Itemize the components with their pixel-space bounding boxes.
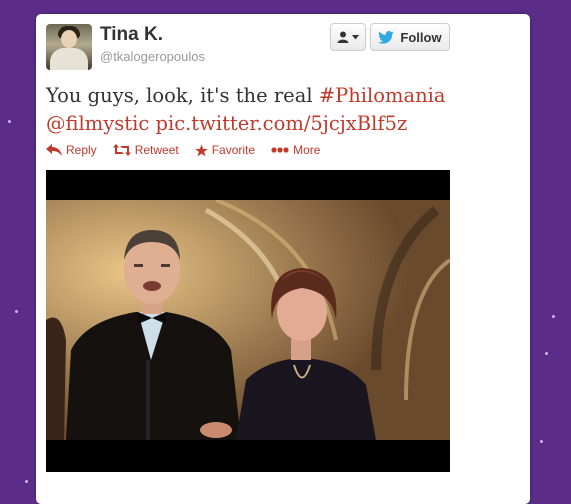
user-actions-button[interactable]	[330, 23, 366, 51]
tweet-actions: Reply Retweet Favorite More	[46, 143, 320, 157]
tweet-body: You guys, look, it's the real	[46, 84, 319, 107]
mention-link[interactable]: @filmystic	[46, 112, 149, 135]
twitter-bird-icon	[378, 30, 395, 44]
caret-down-icon	[352, 34, 359, 39]
favorite-action[interactable]: Favorite	[194, 143, 256, 157]
author-handle[interactable]: @tkalogeropoulos	[100, 49, 205, 64]
pic-link[interactable]: pic.twitter.com/5jcjxBlf5z	[155, 112, 407, 135]
sparkle	[552, 315, 555, 318]
follow-button[interactable]: Follow	[370, 23, 450, 51]
favorite-label: Favorite	[211, 143, 256, 157]
tweet-text: You guys, look, it's the real #Philomani…	[46, 82, 466, 138]
sparkle	[540, 440, 543, 443]
retweet-label: Retweet	[134, 143, 179, 157]
sparkle	[545, 352, 548, 355]
photo-scene	[46, 200, 450, 440]
reply-label: Reply	[66, 143, 97, 157]
more-label: More	[293, 143, 321, 157]
sparkle	[25, 480, 28, 483]
more-action[interactable]: More	[271, 143, 320, 157]
more-icon	[271, 147, 289, 153]
avatar[interactable]	[46, 24, 92, 70]
reply-icon	[46, 144, 62, 156]
tweet-photo[interactable]	[46, 170, 450, 472]
retweet-action[interactable]: Retweet	[112, 143, 179, 157]
follow-label: Follow	[400, 29, 442, 45]
star-icon	[194, 144, 208, 156]
retweet-icon	[112, 144, 131, 156]
user-icon	[337, 31, 349, 43]
sparkle	[15, 310, 18, 313]
tv-screen	[46, 200, 450, 440]
hashtag-link[interactable]: #Philomania	[319, 84, 446, 107]
author-name[interactable]: Tina K.	[100, 24, 163, 46]
reply-action[interactable]: Reply	[46, 143, 97, 157]
sparkle	[8, 120, 11, 123]
